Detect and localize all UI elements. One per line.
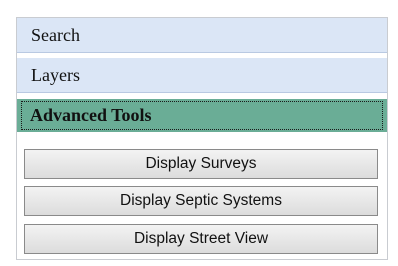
display-street-view-label: Display Street View — [133, 230, 269, 247]
display-septic-systems-label: Display Septic Systems — [120, 192, 282, 209]
accordion-header-layers[interactable]: Layers — [17, 58, 387, 93]
display-street-view-button[interactable]: Display Street View — [24, 224, 378, 254]
accordion-header-search[interactable]: Search — [17, 18, 387, 53]
display-surveys-label: Display Surveys — [145, 155, 257, 172]
accordion-header-advanced-tools-label: Advanced Tools — [21, 101, 383, 130]
display-septic-systems-button[interactable]: Display Septic Systems — [24, 186, 378, 216]
tools-panel: Search Layers Advanced Tools Display Sur… — [16, 17, 388, 260]
accordion-header-advanced-tools[interactable]: Advanced Tools — [17, 99, 387, 132]
display-surveys-button[interactable]: Display Surveys — [24, 149, 378, 179]
